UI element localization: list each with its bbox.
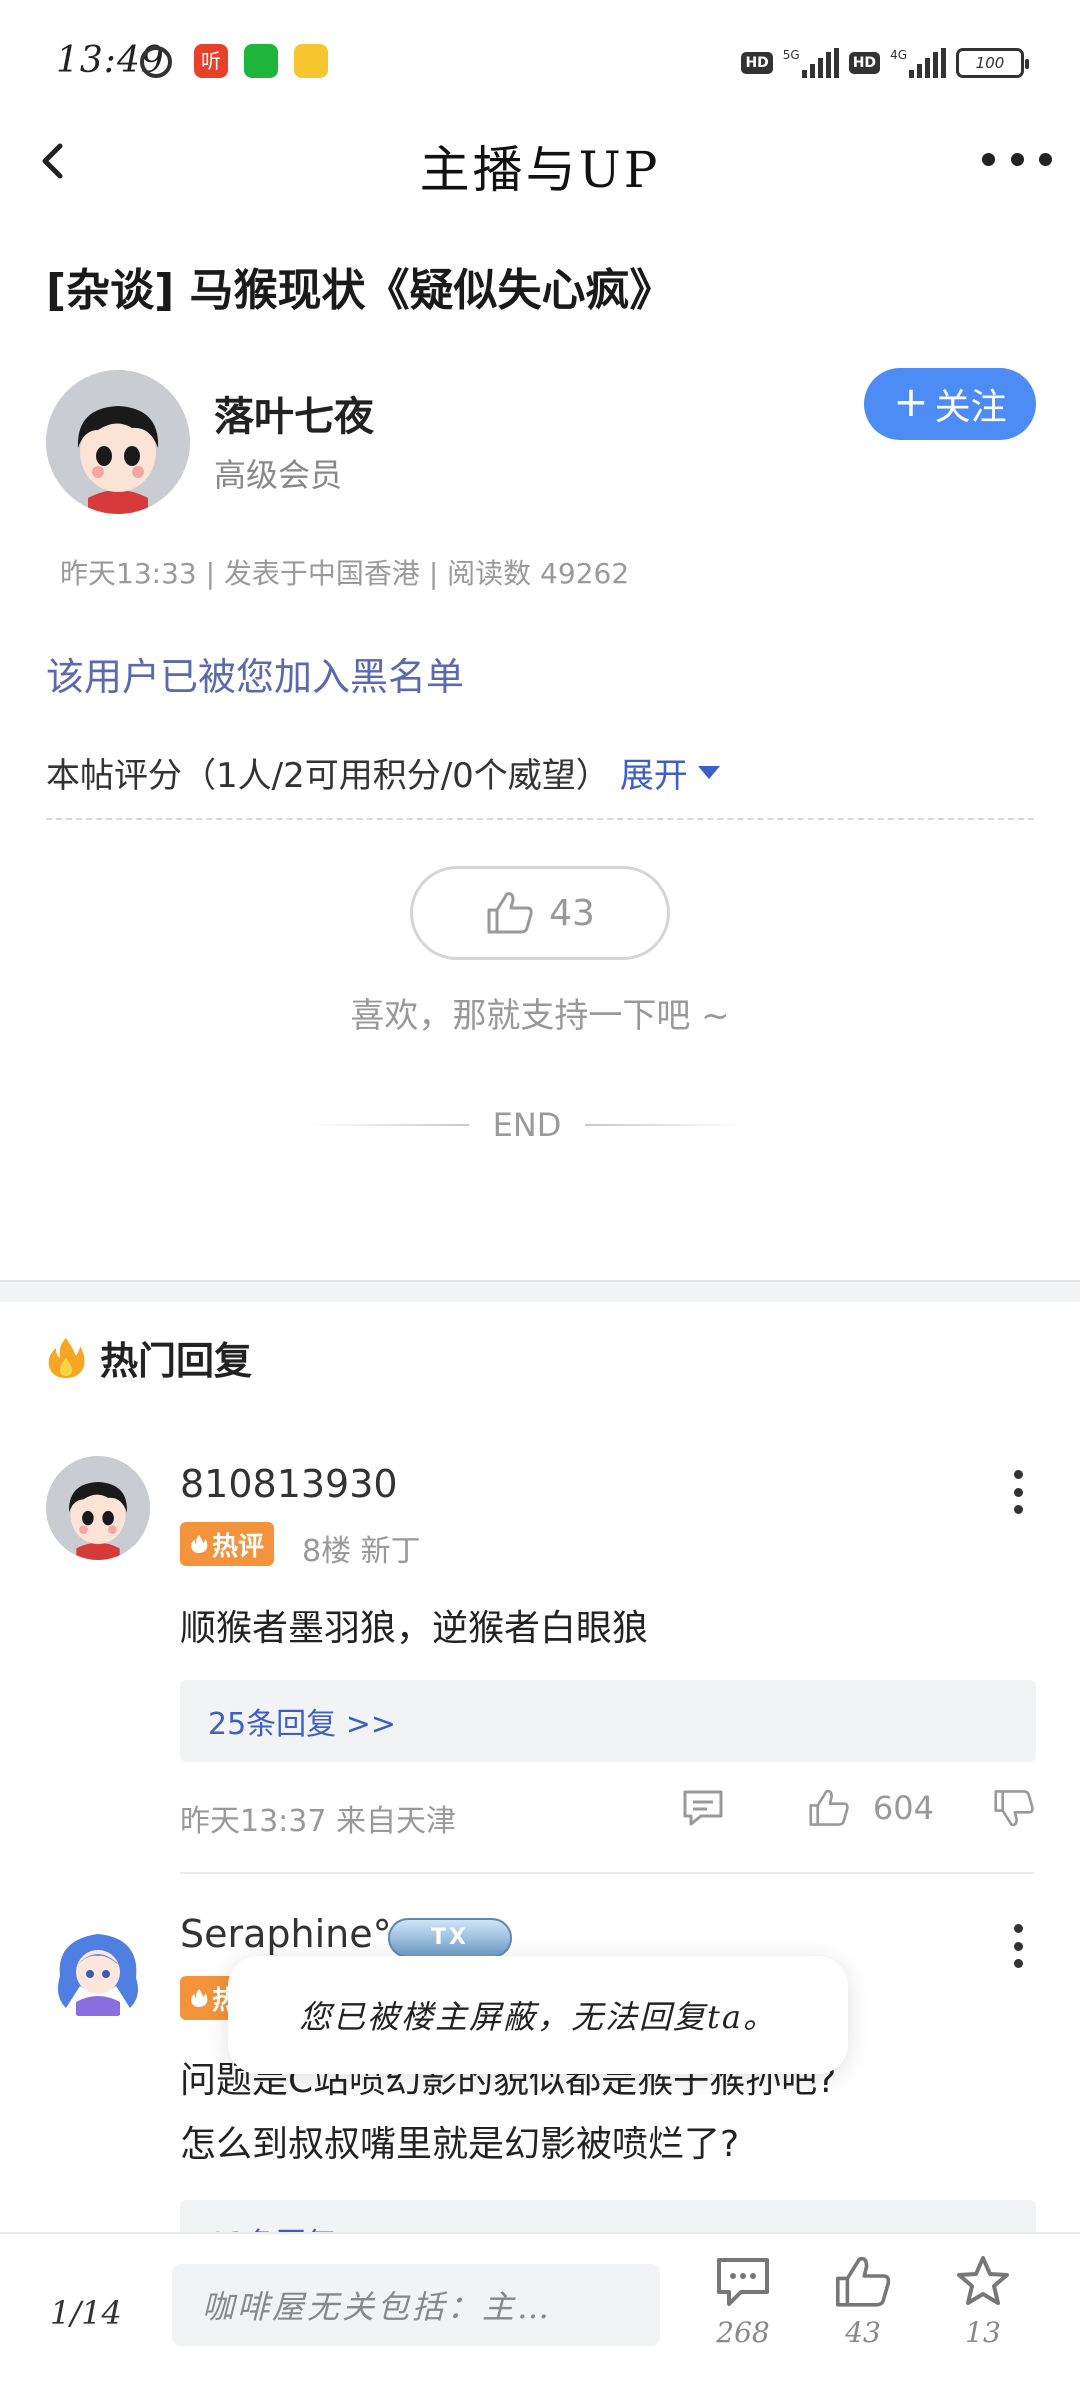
author-avatar[interactable]	[46, 370, 190, 514]
view-replies-link[interactable]: 25条回复 >>	[180, 1680, 1036, 1762]
hot-replies-title: 热门回复	[100, 1339, 253, 1383]
user-medal-badge: TX	[388, 1918, 512, 1958]
like-button[interactable]: 43	[818, 2254, 908, 2349]
page-indicator[interactable]: 1/14	[50, 2294, 122, 2332]
comment-more-button[interactable]	[1008, 1924, 1028, 1968]
comment-input[interactable]: 咖啡屋无关包括：主…	[172, 2264, 660, 2346]
more-dot-icon	[982, 152, 995, 166]
author-name[interactable]: 落叶七夜	[214, 384, 374, 442]
more-menu-button[interactable]	[982, 144, 1052, 174]
post-like-count: 43	[549, 892, 595, 934]
follow-button[interactable]: + 关注	[864, 368, 1036, 440]
post-like-button[interactable]: 43	[410, 866, 670, 960]
hd-icon: HD	[741, 52, 773, 74]
thumbs-up-icon	[836, 2256, 891, 2307]
end-marker: END	[312, 1106, 743, 1144]
fire-icon	[48, 1337, 85, 1378]
toast-message: 您已被楼主屏蔽，无法回复ta。	[228, 1956, 848, 2074]
thumbs-up-icon[interactable]	[807, 1788, 851, 1828]
hot-badge-label: 热评	[212, 1531, 265, 1562]
status-bar: 13:49 听 HD 5G HD 4G 100	[0, 0, 1080, 120]
fire-icon	[191, 1535, 208, 1553]
fire-icon	[191, 1989, 208, 2007]
comment-text-line-2: 怎么到叔叔嘴里就是幻影被喷烂了?	[180, 2124, 740, 2165]
page-title: 主播与UP	[419, 141, 661, 199]
like-count: 43	[845, 2316, 881, 2349]
network-type-2: 4G	[890, 48, 907, 62]
battery-icon: 100	[956, 48, 1029, 78]
commenter-avatar[interactable]	[46, 1456, 150, 1560]
signal-icon-2	[909, 48, 946, 78]
comment-divider	[180, 1872, 1034, 1874]
status-right: HD 5G HD 4G 100	[741, 46, 1029, 80]
rating-text: 本帖评分（1人/2可用积分/0个威望）	[46, 756, 610, 796]
comment-floor: 8楼 新丁	[302, 1534, 421, 1569]
plus-icon: +	[893, 377, 929, 426]
end-label: END	[492, 1106, 562, 1144]
caret-down-icon	[697, 766, 720, 779]
star-icon	[957, 2256, 1009, 2305]
hot-comment-badge: 热评	[180, 1522, 275, 1566]
nav-bar: 主播与UP	[0, 110, 1080, 210]
comment-icon	[717, 2258, 769, 2306]
weibo-icon	[294, 44, 328, 78]
wechat-icon	[244, 44, 278, 78]
post-title: [杂谈] 马猴现状《疑似失心疯》	[46, 265, 674, 316]
post-meta: 昨天13:33 | 发表于中国香港 | 阅读数 49262	[60, 557, 630, 590]
listen-app-icon: 听	[194, 44, 228, 78]
thumbs-up-icon	[487, 892, 533, 934]
network-type-1: 5G	[782, 48, 800, 62]
post-rating: 本帖评分（1人/2可用积分/0个威望） 展开	[46, 748, 720, 797]
support-text: 喜欢，那就支持一下吧 ~	[350, 996, 730, 1036]
hot-replies-header: 热门回复	[46, 1330, 252, 1385]
avatar-anime-icon	[46, 1916, 150, 2020]
signal-icon	[801, 48, 839, 78]
avatar-cartoon-icon	[46, 1456, 150, 1560]
hd-icon-2: HD	[848, 52, 881, 74]
commenter-avatar[interactable]	[46, 1916, 150, 2020]
comment-actions: 604	[681, 1788, 1036, 1828]
avatar-cartoon-icon	[46, 370, 190, 514]
follow-label: 关注	[934, 387, 1007, 428]
thumbs-down-icon[interactable]	[992, 1788, 1036, 1828]
comment-count: 268	[716, 2316, 770, 2349]
alarm-icon	[140, 46, 172, 78]
favorite-button[interactable]: 13	[938, 2254, 1028, 2349]
favorite-count: 13	[965, 2316, 1001, 2349]
divider	[46, 818, 1034, 820]
bottom-bar: 1/14 咖啡屋无关包括：主… 268 43 13	[0, 2232, 1080, 2400]
comment-time: 昨天13:37 来自天津	[180, 1804, 456, 1839]
more-dot-icon	[1013, 1924, 1023, 1933]
rating-expand-button[interactable]: 展开	[620, 748, 720, 797]
section-divider	[0, 1280, 1080, 1302]
author-level: 高级会员	[214, 456, 343, 494]
comment-text: 顺猴者墨羽狼，逆猴者白眼狼	[180, 1608, 649, 1649]
more-dot-icon	[1013, 1470, 1023, 1479]
commenter-name[interactable]: 810813930	[180, 1462, 398, 1506]
rating-expand-label: 展开	[619, 756, 688, 796]
blacklist-notice: 该用户已被您加入黑名单	[46, 655, 465, 699]
comments-button[interactable]: 268	[698, 2254, 788, 2349]
commenter-name[interactable]: Seraphine°	[180, 1912, 392, 1956]
reply-icon[interactable]	[681, 1788, 725, 1828]
comment-more-button[interactable]	[1008, 1470, 1028, 1514]
comment-like-count: 604	[872, 1789, 934, 1827]
